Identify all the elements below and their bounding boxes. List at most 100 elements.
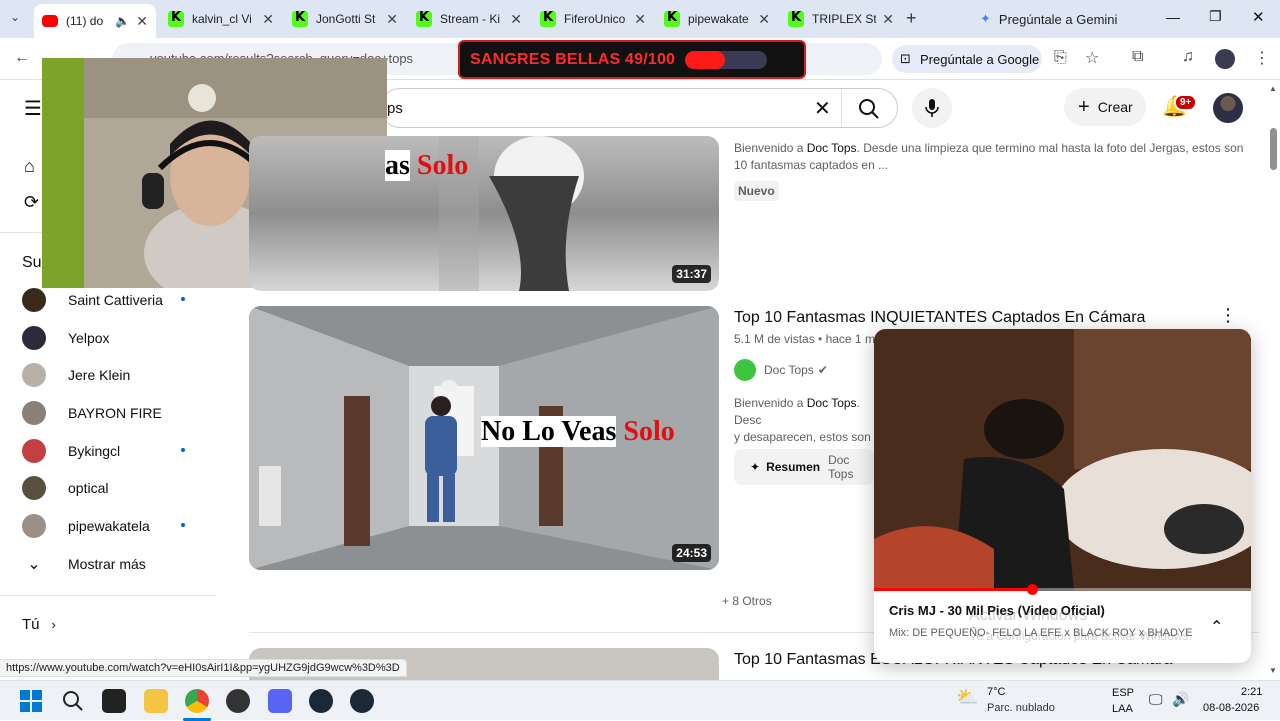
taskbar-search-icon[interactable] [62,690,84,712]
windows-watermark-title: Activar Windows [969,607,1088,624]
windows-taskbar: ⛅ 7°C Parc. nublado ESP LAA 🖵 🔊 2:21 08-… [0,680,1280,721]
account-avatar[interactable] [1213,93,1243,123]
sidebar-item-bayron-fire[interactable]: BAYRON FIRE [22,395,202,431]
caption-text-a: as [385,150,410,181]
close-tab-icon[interactable]: ✕ [136,13,148,30]
back-icon[interactable]: ← [14,49,30,67]
tab-kick-2[interactable]: JonGotti St ✕ [284,4,406,34]
weather-icon[interactable]: ⛅ [956,687,978,708]
profile-avatar[interactable] [1215,49,1235,69]
network-icon[interactable]: 🖵 [1149,691,1163,708]
summary-chip[interactable]: ✦ Resumen Doc Tops [734,449,874,485]
close-tab-icon[interactable]: ✕ [882,11,894,28]
sidebar-item-yelpox[interactable]: Yelpox [22,320,202,356]
close-tab-icon[interactable]: ✕ [634,11,646,28]
bookmark-star-icon[interactable]: ☆ [1085,48,1099,68]
clear-search-icon[interactable]: ✕ [814,96,831,121]
scrollbar-thumb[interactable] [1270,128,1277,170]
kick-icon [292,10,308,27]
steam-icon[interactable] [309,689,333,713]
discord-icon[interactable] [268,689,292,713]
you-section-link[interactable]: Tú › [22,616,56,633]
menu-dots-icon[interactable]: ⋮ [1254,48,1270,68]
close-tab-icon[interactable]: ✕ [510,11,522,28]
sidebar-item-label: optical [68,480,109,496]
avatar [22,439,46,463]
avatar [22,288,46,312]
input-layout[interactable]: LAA [1112,703,1133,715]
sidebar-item-bykingcl[interactable]: Bykingcl [22,433,202,469]
chevron-up-icon[interactable]: ⌃ [1210,617,1223,637]
obs-icon[interactable] [226,689,250,713]
weather-text: Parc. nublado [987,702,1055,714]
hamburger-menu-icon[interactable]: ☰ [24,96,42,121]
sidebar-item-optical[interactable]: optical [22,470,202,506]
video-title-link[interactable]: Top 10 Fantasmas INQUIETANTES Captados E… [734,309,1145,327]
tab-kick-6[interactable]: TRIPLEX Str ✕ [780,4,902,34]
create-button[interactable]: + Crear [1064,88,1146,126]
tab-kick-5[interactable]: pipewakate ✕ [656,4,778,34]
close-tab-icon[interactable]: ✕ [386,11,398,28]
tab-youtube[interactable]: (11) do 🔈 ✕ [34,4,156,38]
video-thumbnail[interactable]: No Lo Veas Solo 24:53 [249,306,719,570]
media-control-icon[interactable]: ♫ [1182,48,1194,66]
ask-google-button[interactable]: ⊡ Pregúntale a Google [892,45,1042,73]
file-explorer-icon[interactable] [144,689,168,713]
windows-start-icon[interactable] [20,690,42,712]
more-actions-icon[interactable]: ⋮ [1219,305,1237,326]
extensions-icon[interactable]: ⧉ [1132,48,1143,66]
ask-gemini-button[interactable]: ✦ Pregúntale a Gemini [980,6,1117,32]
search-icon[interactable] [858,98,880,120]
duration-badge: 24:53 [672,544,711,562]
tab-kick-3[interactable]: Stream - Ki ✕ [408,4,530,34]
volume-icon[interactable]: 🔊 [1172,691,1189,708]
scroll-down-icon[interactable]: ▼ [1269,666,1277,675]
plus-icon: + [1078,95,1090,118]
tab-kick-4[interactable]: FiferoUnico ✕ [532,4,654,34]
tab-title: TRIPLEX Str [812,12,877,26]
scroll-up-icon[interactable]: ▲ [1269,84,1277,93]
new-tab-icon[interactable]: + [906,8,917,29]
miniplayer[interactable]: Cris MJ - 30 Mil Pies (Video Oficial) Mi… [874,329,1251,663]
home-icon[interactable]: ⌂ [24,156,35,177]
close-window-icon[interactable]: ✕ [1252,8,1265,26]
close-tab-icon[interactable]: ✕ [758,11,770,28]
task-view-icon[interactable] [102,689,126,713]
clock-time[interactable]: 2:21 [1241,686,1262,698]
youtube-icon [42,15,58,27]
sidebar-item-jere-klein[interactable]: Jere Klein [22,357,202,393]
voice-search-button[interactable] [912,88,952,128]
page-scrollbar[interactable] [1268,80,1280,680]
sidebar-item-label: pipewakatela [68,518,150,534]
close-tab-icon[interactable]: ✕ [262,11,274,28]
channel-link[interactable]: Doc Tops ✔ [734,359,828,381]
tab-title: kalvin_cl Vi [192,12,252,26]
miniplayer-video[interactable] [874,329,1251,591]
search-query: ps [387,100,403,117]
goal-text: SANGRES BELLAS 49/100 [470,50,676,68]
minimize-icon[interactable]: — [1166,9,1180,25]
thumbnail-scene [439,136,584,291]
miniplayer-progress-bar[interactable] [874,588,1251,591]
video-thumbnail[interactable]: as Solo 31:37 [249,136,719,291]
temperature: 7°C [987,686,1006,698]
stream-goal-banner: SANGRES BELLAS 49/100 [458,40,806,79]
more-videos-link[interactable]: + 8 Otros [722,594,772,608]
input-language[interactable]: ESP [1112,687,1134,699]
restore-icon[interactable]: ❐ [1209,8,1222,25]
sidebar-item-label: Jere Klein [68,367,131,383]
sidebar-item-label: Yelpox [68,330,110,346]
shorts-icon[interactable]: ⟳ [24,192,39,213]
chrome-icon[interactable] [185,689,209,713]
miniplayer-progress-fill [874,588,1033,591]
sidebar-item-pipewakatela[interactable]: pipewakatela [22,508,202,544]
caption-text-b: Solo [416,150,469,181]
clock-date[interactable]: 08-08-2026 [1203,702,1259,714]
tab-search-chevron-icon[interactable]: ⌄ [10,10,20,24]
install-app-icon[interactable]: ⎘ [1054,49,1067,67]
show-more-button[interactable]: ⌄ Mostrar más [22,546,202,582]
steam-icon[interactable] [350,689,374,713]
miniplayer-scrubber-knob[interactable] [1027,584,1039,595]
speaker-icon[interactable]: 🔈 [115,14,130,28]
tab-kick-1[interactable]: kalvin_cl Vi ✕ [160,4,282,34]
